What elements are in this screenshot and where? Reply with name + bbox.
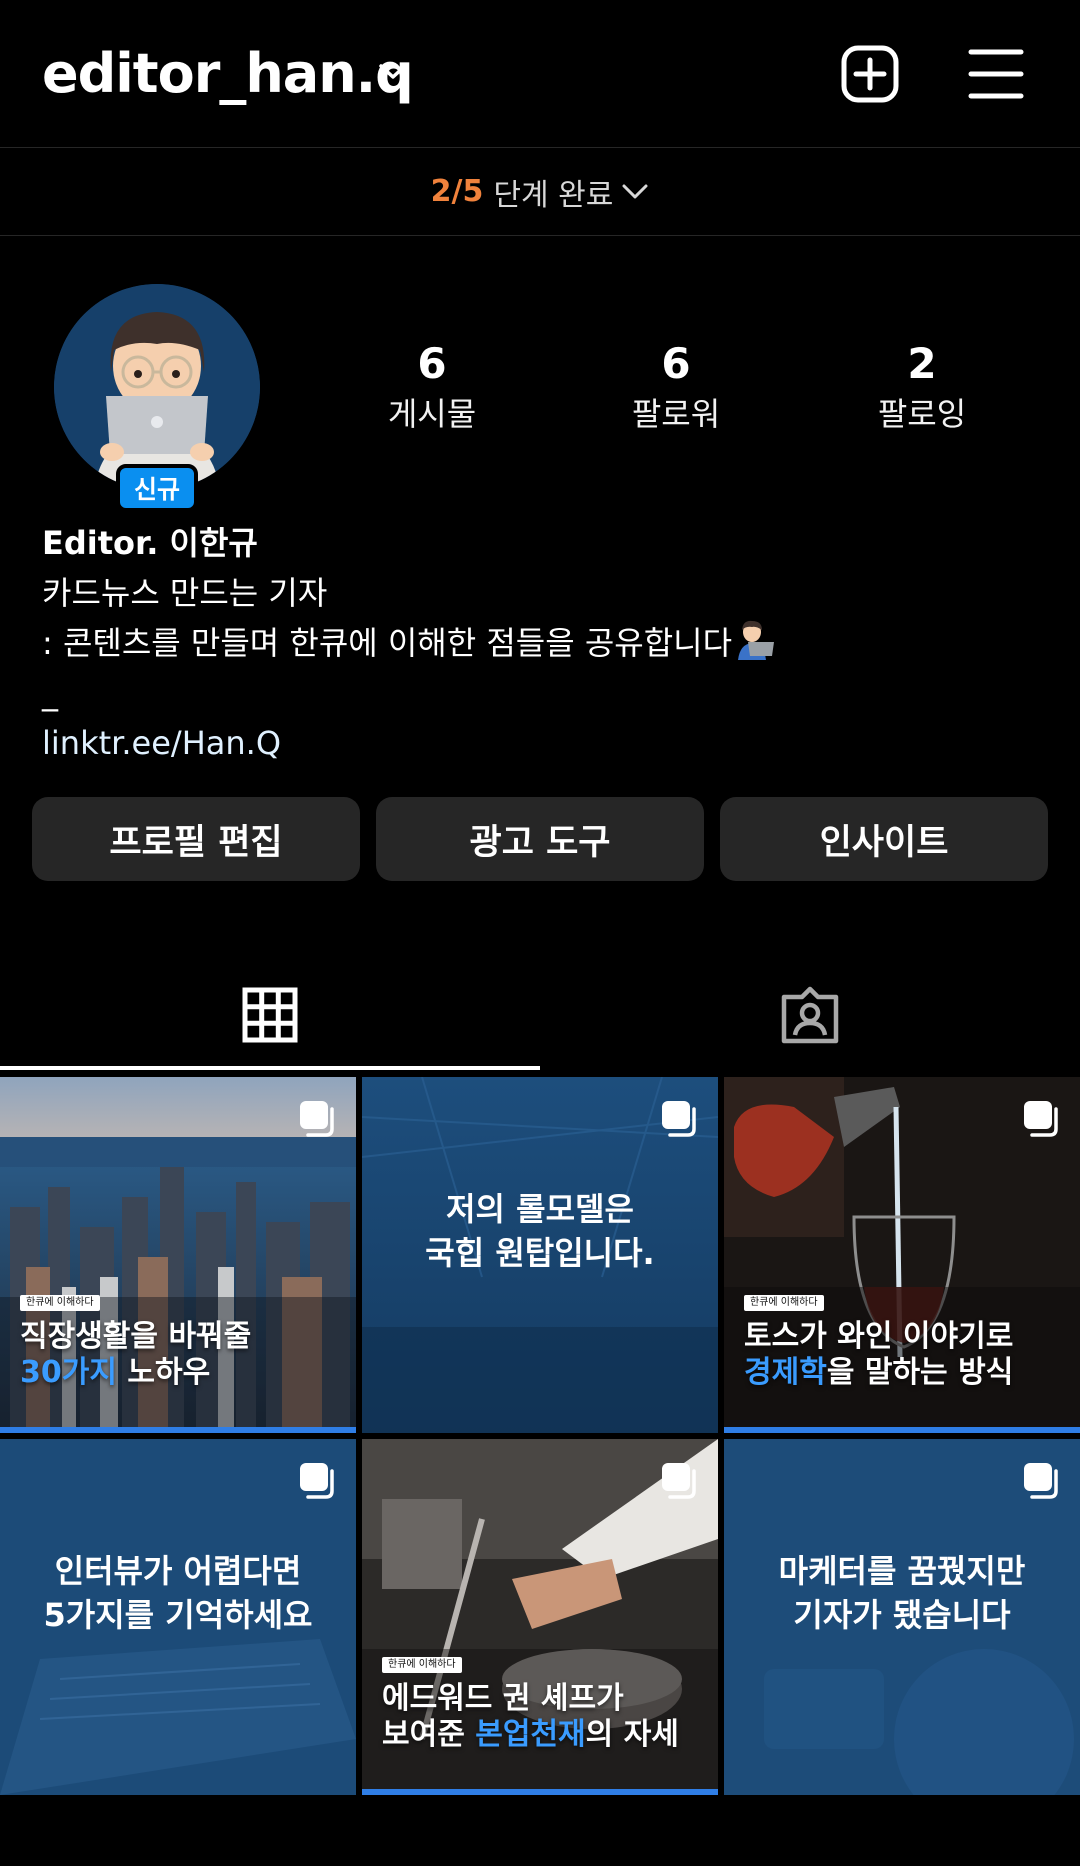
carousel-icon (1024, 1101, 1058, 1137)
top-header: editor_han.q (0, 0, 1080, 148)
post-accent-bar (362, 1789, 718, 1795)
post-thumbnail[interactable]: 한큐에 이해하다 직장생활을 바꿔줄 30가지 노하우 (0, 1077, 356, 1433)
post-title-line-2: 30가지 노하우 (20, 1355, 251, 1391)
post-accent-bar (0, 1427, 356, 1433)
laptop-person-emoji-icon (738, 620, 775, 660)
stat-following[interactable]: 2 팔로잉 (822, 338, 1022, 438)
tagged-person-icon (781, 986, 839, 1044)
post-thumbnail[interactable]: 저의 롤모델은 국힙 원탑입니다. (362, 1077, 718, 1433)
tab-tagged[interactable] (540, 960, 1080, 1070)
post-series-tag: 한큐에 이해하다 (744, 1295, 824, 1311)
post-accent-bar (724, 1427, 1080, 1433)
stat-posts[interactable]: 6 게시물 (332, 338, 532, 438)
steps-progress-count: 2/5 (430, 174, 484, 209)
post-title-line-1: 인터뷰가 어렵다면 (54, 1552, 302, 1590)
carousel-icon (662, 1101, 696, 1137)
stat-followers-label: 팔로워 (631, 395, 721, 433)
post-title-line-2: 기자가 됐습니다 (793, 1596, 1011, 1634)
bio-line-2: : 콘텐츠를 만들며 한큐에 이해한 점들을 공유합니다 (42, 624, 733, 662)
post-series-tag: 한큐에 이해하다 (382, 1657, 462, 1673)
post-title-highlight: 경제학 (744, 1355, 827, 1390)
chevron-down-icon[interactable] (378, 62, 408, 82)
menu-icon[interactable] (968, 48, 1024, 100)
steps-label: 단계 완료 (493, 177, 614, 213)
post-title-rest: 을 말하는 방식 (826, 1355, 1014, 1390)
avatar[interactable] (54, 284, 260, 490)
stat-posts-label: 게시물 (387, 395, 477, 433)
post-title-line-1: 마케터를 꿈꿨지만 (778, 1552, 1026, 1590)
stat-followers-count: 6 (661, 339, 691, 388)
post-title: 토스가 와인 이야기로 경제학을 말하는 방식 (744, 1319, 1013, 1391)
carousel-icon (1024, 1463, 1058, 1499)
stat-posts-count: 6 (417, 339, 447, 388)
post-title-line-2: 5가지를 기억하세요 (43, 1596, 313, 1634)
post-title-prefix: 보여준 (382, 1717, 476, 1752)
active-tab-indicator (0, 1066, 540, 1070)
avatar-memoji-image (54, 284, 260, 490)
post-title-highlight: 30가지 (20, 1355, 117, 1390)
post-title-line-2: 보여준 본업천재의 자세 (382, 1717, 679, 1753)
post-title-rest: 노하우 (116, 1355, 211, 1390)
post-series-tag: 한큐에 이해하다 (20, 1295, 100, 1311)
bio-link[interactable]: linktr.ee/Han.Q (42, 718, 1042, 768)
profile-display-name: Editor. 이한규 (42, 524, 258, 562)
bottom-empty-area (0, 1796, 1080, 1866)
chevron-down-icon (622, 184, 648, 198)
edit-profile-button[interactable]: 프로필 편집 (32, 797, 360, 881)
post-thumbnail[interactable]: 마케터를 꿈꿨지만 기자가 됐습니다 (724, 1439, 1080, 1795)
create-post-icon[interactable] (840, 44, 900, 104)
post-title: 인터뷰가 어렵다면 5가지를 기억하세요 (0, 1549, 356, 1637)
post-title-line-2: 국힙 원탑입니다. (425, 1234, 655, 1272)
grid-icon (242, 987, 298, 1043)
insights-button[interactable]: 인사이트 (720, 797, 1048, 881)
tab-posts-grid[interactable] (0, 960, 540, 1070)
post-title: 저의 롤모델은 국힙 원탑입니다. (362, 1187, 718, 1275)
post-title-highlight: 본업천재 (475, 1717, 586, 1752)
post-title: 직장생활을 바꿔줄 30가지 노하우 (20, 1319, 251, 1391)
carousel-icon (662, 1463, 696, 1499)
post-thumbnail[interactable]: 한큐에 이해하다 토스가 와인 이야기로 경제학을 말하는 방식 (724, 1077, 1080, 1433)
post-title-line-2: 경제학을 말하는 방식 (744, 1355, 1013, 1391)
carousel-icon (300, 1101, 334, 1137)
bio-line-1: 카드뉴스 만드는 기자 (42, 574, 328, 612)
post-title-line-1: 저의 롤모델은 (446, 1190, 634, 1228)
post-title-line-1: 직장생활을 바꿔줄 (20, 1319, 252, 1354)
ad-tools-button[interactable]: 광고 도구 (376, 797, 704, 881)
profile-steps-progress[interactable]: 2/5 단계 완료 (0, 148, 1080, 236)
bio-line-2-row: : 콘텐츠를 만들며 한큐에 이해한 점들을 공유합니다 (42, 618, 1042, 668)
post-thumbnail[interactable]: 인터뷰가 어렵다면 5가지를 기억하세요 (0, 1439, 356, 1795)
stat-followers[interactable]: 6 팔로워 (576, 338, 776, 438)
profile-bio: Editor. 이한규 카드뉴스 만드는 기자 : 콘텐츠를 만들며 한큐에 이… (42, 518, 1042, 768)
post-title-line-1: 에드워드 권 셰프가 (382, 1681, 624, 1716)
stat-following-count: 2 (907, 339, 937, 388)
post-title-line-1: 토스가 와인 이야기로 (744, 1319, 1014, 1354)
new-badge: 신규 (116, 464, 198, 512)
bio-line-3: _ (42, 674, 58, 712)
username[interactable]: editor_han.q (42, 42, 414, 105)
post-title-rest: 의 자세 (585, 1717, 679, 1752)
carousel-icon (300, 1463, 334, 1499)
stat-following-label: 팔로잉 (877, 395, 967, 433)
post-title: 에드워드 권 셰프가 보여준 본업천재의 자세 (382, 1681, 679, 1753)
post-title: 마케터를 꿈꿨지만 기자가 됐습니다 (724, 1549, 1080, 1637)
post-thumbnail[interactable]: 한큐에 이해하다 에드워드 권 셰프가 보여준 본업천재의 자세 (362, 1439, 718, 1795)
